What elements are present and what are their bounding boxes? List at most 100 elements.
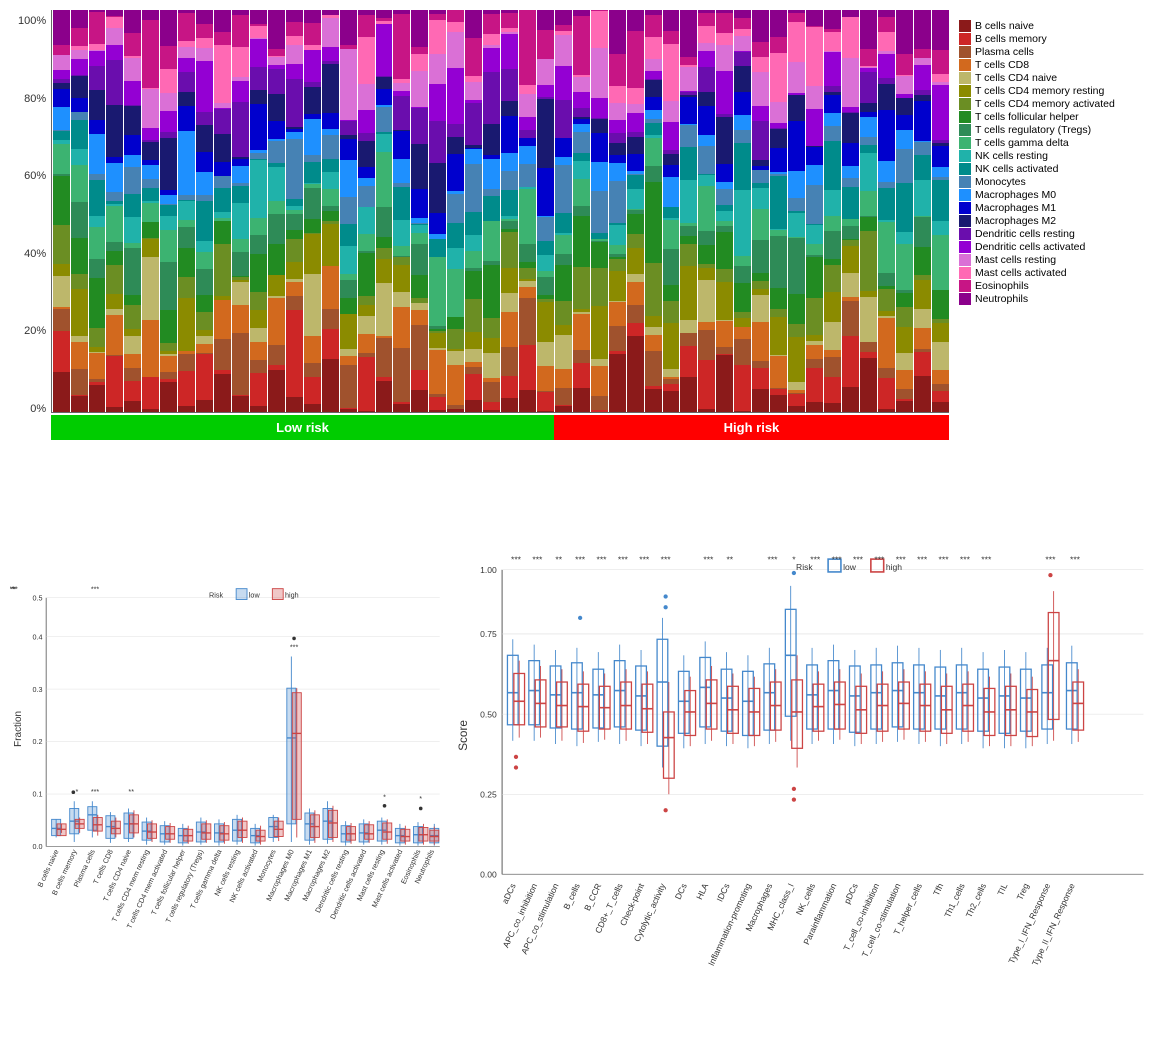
- bar-segment: [214, 188, 231, 213]
- bar-segment: [663, 220, 680, 249]
- bar-segment: [663, 249, 680, 285]
- bar-segment: [680, 10, 697, 57]
- bar-segment: [393, 131, 410, 159]
- bar-segment: [609, 245, 626, 253]
- bar-segment: [483, 34, 500, 45]
- bar: [788, 10, 805, 412]
- bar-segment: [591, 98, 608, 118]
- bar-segment: [734, 115, 751, 130]
- bar-segment: [734, 318, 751, 326]
- legend-color-box: [959, 72, 971, 84]
- bar-segment: [142, 165, 159, 179]
- bar-segment: [483, 318, 500, 338]
- bar-segment: [842, 10, 859, 17]
- bar-segment: [680, 147, 697, 180]
- legend-item: Macrophages M0: [959, 189, 1149, 201]
- bar-segment: [537, 255, 554, 271]
- bar-segment: [645, 15, 662, 37]
- bar-segment: [322, 266, 339, 309]
- bar-segment: [573, 350, 590, 362]
- svg-text:***: ***: [597, 554, 608, 564]
- bar-segment: [196, 112, 213, 125]
- bar-segment: [340, 139, 357, 160]
- bar-segment: [752, 295, 769, 321]
- bar-segment: [555, 335, 572, 369]
- bar-segment: [896, 54, 913, 75]
- bar-segment: [896, 130, 913, 149]
- svg-text:***: ***: [640, 554, 651, 564]
- bar-segment: [196, 241, 213, 251]
- bar-segment: [447, 248, 464, 269]
- bar-segment: [411, 370, 428, 390]
- legend-label: B cells memory: [975, 33, 1047, 45]
- svg-text:***: ***: [960, 554, 971, 564]
- bar-segment: [932, 146, 949, 167]
- bar-segment: [286, 230, 303, 239]
- bar-segment: [304, 234, 321, 275]
- bar-segment: [788, 394, 805, 405]
- bar-segment: [160, 216, 177, 231]
- bar-segment: [447, 194, 464, 223]
- bar-segment: [680, 226, 697, 236]
- bar-segment: [752, 281, 769, 289]
- bar-segment: [322, 329, 339, 358]
- bar-segment: [53, 309, 70, 331]
- legend-label: Mast cells activated: [975, 267, 1067, 279]
- bar-segment: [609, 10, 626, 54]
- bar-segment: [914, 180, 931, 216]
- bar-segment: [160, 69, 177, 93]
- bar-segment: [770, 10, 787, 37]
- bar-segment: [268, 94, 285, 121]
- bar-segment: [770, 176, 787, 229]
- bar: [286, 10, 303, 412]
- bar-segment: [124, 58, 141, 81]
- bar-segment: [447, 409, 464, 412]
- svg-text:***: ***: [939, 554, 950, 564]
- legend-label: Monocytes: [975, 176, 1026, 188]
- legend-label: T cells regulatory (Tregs): [975, 124, 1091, 136]
- bar: [483, 10, 500, 412]
- bar-segment: [537, 277, 554, 295]
- legend-item: B cells memory: [959, 33, 1149, 45]
- svg-text:0.4: 0.4: [33, 632, 43, 641]
- bar-segment: [734, 190, 751, 256]
- bar-segment: [752, 273, 769, 281]
- bar-segment: [680, 236, 697, 244]
- bar-segment: [591, 306, 608, 360]
- bar-segment: [555, 165, 572, 213]
- bar-segment: [627, 248, 644, 274]
- bar-segment: [214, 162, 231, 176]
- bar-segment: [824, 350, 841, 357]
- bar-segment: [896, 183, 913, 231]
- bar-segment: [376, 283, 393, 335]
- bar-segment: [770, 148, 787, 172]
- bar-segment: [106, 28, 123, 45]
- boxplot-area-c: 0.00 0.25 0.50 0.75 1.00 Score low high …: [454, 460, 1149, 1043]
- bar-segment: [268, 141, 285, 163]
- bar-segment: [591, 48, 608, 97]
- bar-segment: [609, 54, 626, 86]
- bar-segment: [645, 80, 662, 97]
- svg-text:***: ***: [91, 787, 100, 796]
- legend-a: B cells naiveB cells memoryPlasma cellsT…: [949, 10, 1149, 440]
- bar-segment: [286, 45, 303, 64]
- svg-text:TIL: TIL: [995, 882, 1009, 898]
- svg-text:***: ***: [811, 554, 822, 564]
- bar-segment: [663, 285, 680, 301]
- bar-segment: [429, 121, 446, 163]
- bar-segment: [358, 334, 375, 353]
- bar-segment: [501, 232, 518, 268]
- bar-segment: [609, 302, 626, 326]
- bar-segment: [878, 110, 895, 161]
- bar-segment: [680, 320, 697, 333]
- bar-segment: [878, 32, 895, 51]
- chart-area-a: 100% 80% 60% 40% 20% 0% Low risk High ri…: [18, 10, 949, 440]
- svg-text:0.0: 0.0: [33, 842, 43, 851]
- bar-segment: [806, 86, 823, 110]
- bar-segment: [842, 58, 859, 107]
- bar-segment: [627, 214, 644, 234]
- bar: [268, 10, 285, 412]
- bar-segment: [627, 175, 644, 190]
- bar-segment: [806, 359, 823, 367]
- bar-segment: [752, 42, 769, 57]
